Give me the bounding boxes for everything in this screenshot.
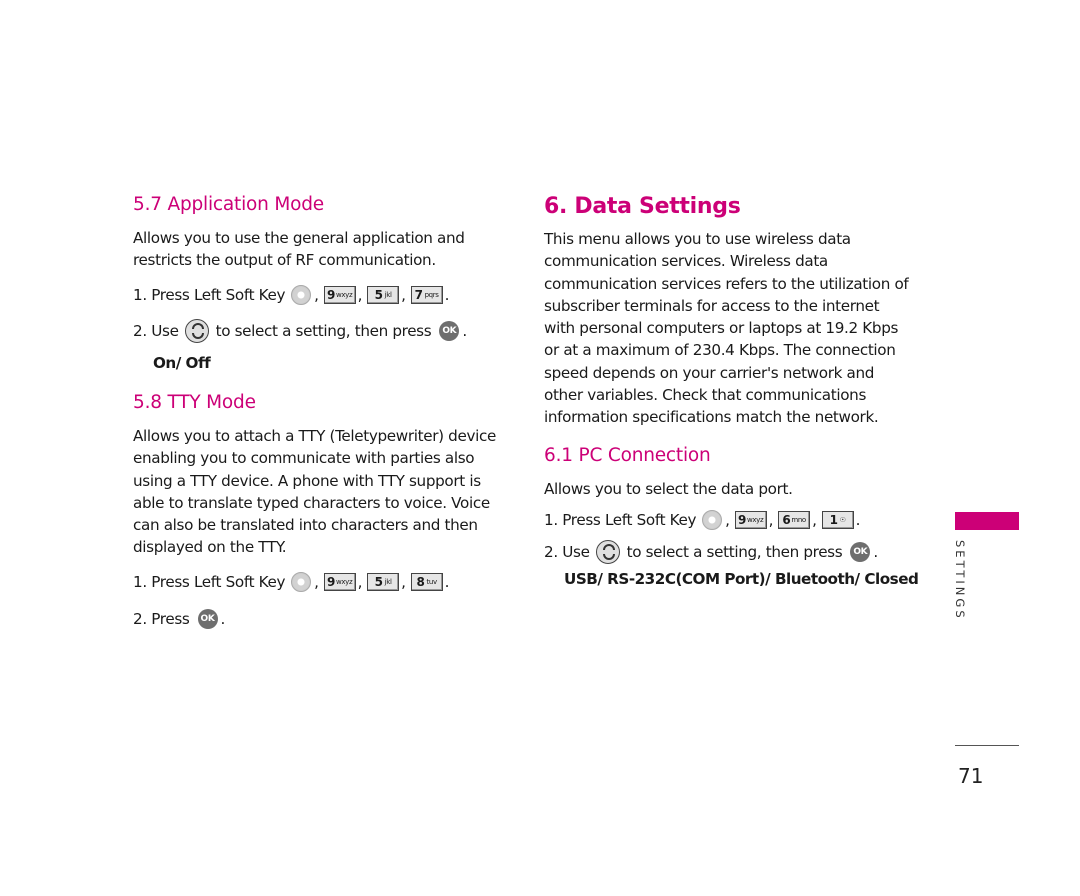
navigation-key-icon xyxy=(595,540,620,564)
pc-connection-options: USB/ RS-232C(COM Port)/ Bluetooth/ Close… xyxy=(564,570,919,588)
section-tab-label: SETTINGS xyxy=(953,540,967,621)
application-mode-options: On/ Off xyxy=(153,354,211,372)
tty-mode-step-2: 2. Press OK. xyxy=(133,609,225,629)
data-settings-description: This menu allows you to use wireless dat… xyxy=(544,230,909,427)
pc-connection-heading: 6.1 PC Connection xyxy=(544,445,711,466)
key-8-icon: 8 tuv xyxy=(410,573,443,591)
key-9-icon: 9 wxyz xyxy=(323,286,356,304)
left-soft-key-icon xyxy=(702,510,723,530)
data-settings-heading: 6. Data Settings xyxy=(544,194,741,219)
section-tab-marker xyxy=(955,512,1019,530)
application-mode-step-1: 1. Press Left Soft Key , 9 wxyz, 5 jkl, 7p… xyxy=(133,285,450,305)
pc-connection-step-2: 2. Use to select a setting, then press O… xyxy=(544,539,882,565)
key-9-icon: 9 wxyz xyxy=(323,573,356,591)
application-mode-description: Allows you to use the general applicatio… xyxy=(133,229,465,270)
ok-key-icon: OK xyxy=(197,609,218,629)
key-9-icon: 9 wxyz xyxy=(734,511,767,529)
key-1-voicemail-icon: 1 ☉ xyxy=(821,511,854,529)
key-5-icon: 5 jkl xyxy=(367,573,400,591)
application-mode-heading: 5.7 Application Mode xyxy=(133,194,324,215)
page-number: 71 xyxy=(958,764,984,788)
application-mode-step-2: 2. Use to select a setting, then press O… xyxy=(133,318,471,344)
key-5-icon: 5 jkl xyxy=(367,286,400,304)
tty-mode-step-1: 1. Press Left Soft Key , 9 wxyz, 5 jkl, 8t… xyxy=(133,572,450,592)
tty-mode-heading: 5.8 TTY Mode xyxy=(133,392,256,413)
key-7-icon: 7 pqrs xyxy=(410,286,443,304)
step-text: 1. Press Left Soft Key xyxy=(133,286,286,304)
left-soft-key-icon xyxy=(291,572,312,592)
left-soft-key-icon xyxy=(291,285,312,305)
page-number-rule xyxy=(955,745,1019,746)
ok-key-icon: OK xyxy=(850,542,871,562)
key-6-icon: 6 mno xyxy=(778,511,811,529)
ok-key-icon: OK xyxy=(439,321,460,341)
pc-connection-description: Allows you to select the data port. xyxy=(544,480,793,498)
navigation-key-icon xyxy=(184,319,209,343)
tty-mode-description: Allows you to attach a TTY (Teletypewrit… xyxy=(133,427,496,557)
pc-connection-step-1: 1. Press Left Soft Key , 9 wxyz, 6 mno, 1 ☉… xyxy=(544,510,861,530)
